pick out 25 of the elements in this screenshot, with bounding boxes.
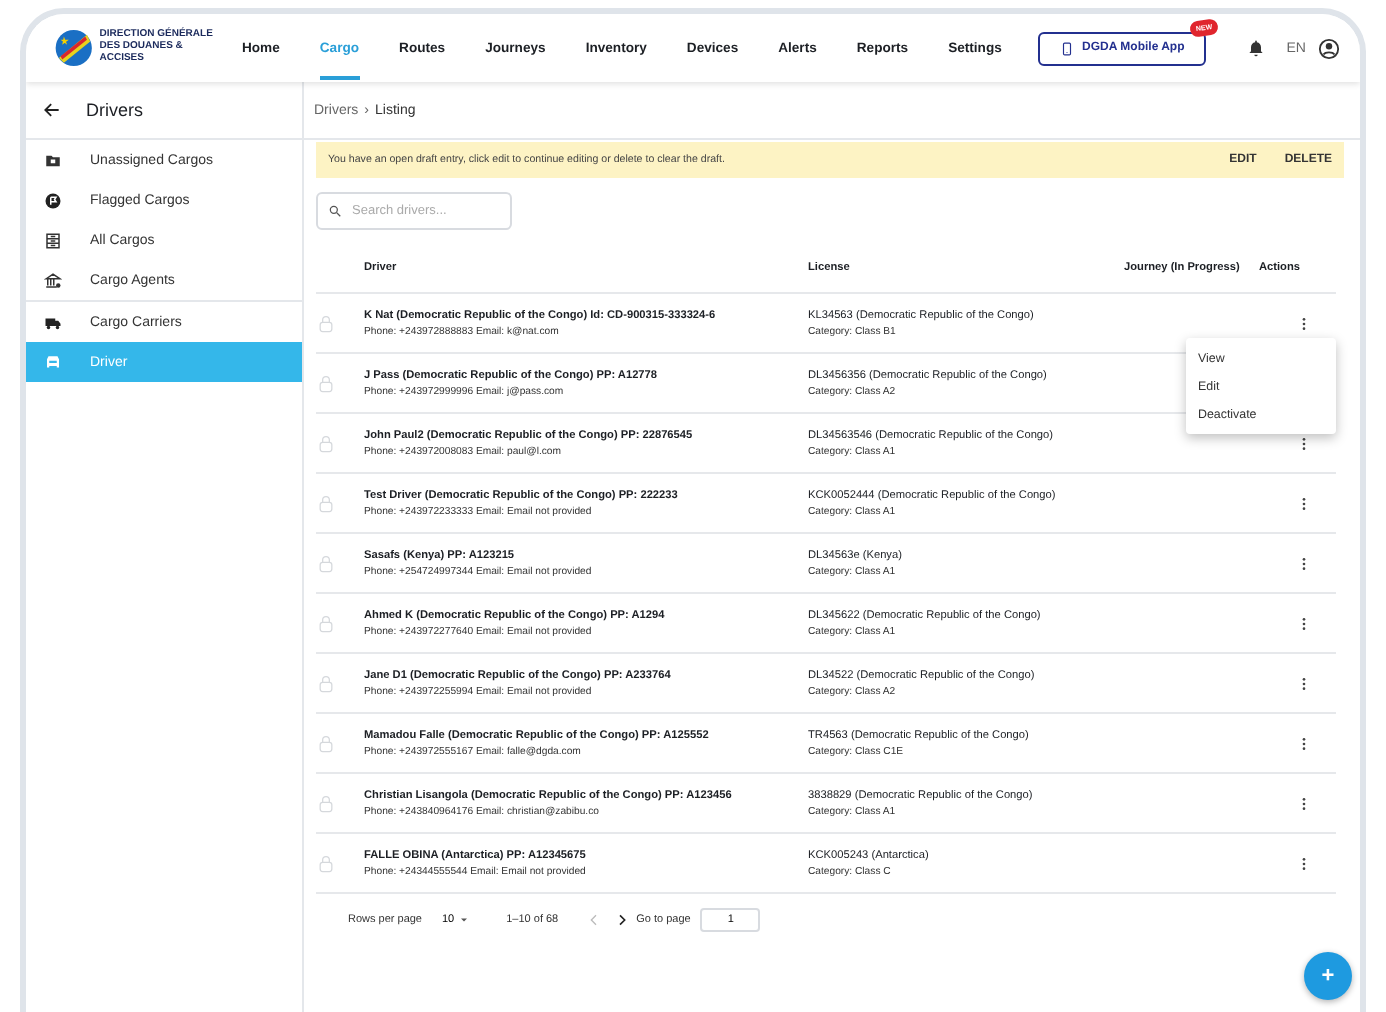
lock-icon [316, 853, 336, 873]
folder-icon [44, 151, 62, 169]
logo-icon [54, 28, 94, 68]
lock-icon [316, 553, 336, 573]
lock-icon [316, 673, 336, 693]
caret-icon [458, 914, 471, 926]
back-arrow-icon[interactable] [42, 100, 62, 120]
lock-icon [316, 733, 336, 753]
lock-icon [316, 613, 336, 633]
lock-icon [316, 493, 336, 513]
lock-icon [316, 793, 336, 813]
truck-icon [44, 313, 62, 331]
list-icon [44, 231, 62, 249]
lock-icon [316, 313, 336, 333]
phone-icon [1060, 41, 1075, 55]
next-page-icon[interactable] [614, 912, 631, 928]
search-icon [328, 204, 342, 218]
sidebar-title: Drivers [86, 100, 143, 120]
lock-icon [316, 433, 336, 453]
flag-icon [44, 191, 62, 209]
bank-icon [44, 271, 62, 289]
car-icon [44, 353, 62, 371]
lock-icon [316, 373, 336, 393]
bell-icon[interactable] [1246, 38, 1267, 58]
account-icon[interactable] [1318, 37, 1340, 59]
